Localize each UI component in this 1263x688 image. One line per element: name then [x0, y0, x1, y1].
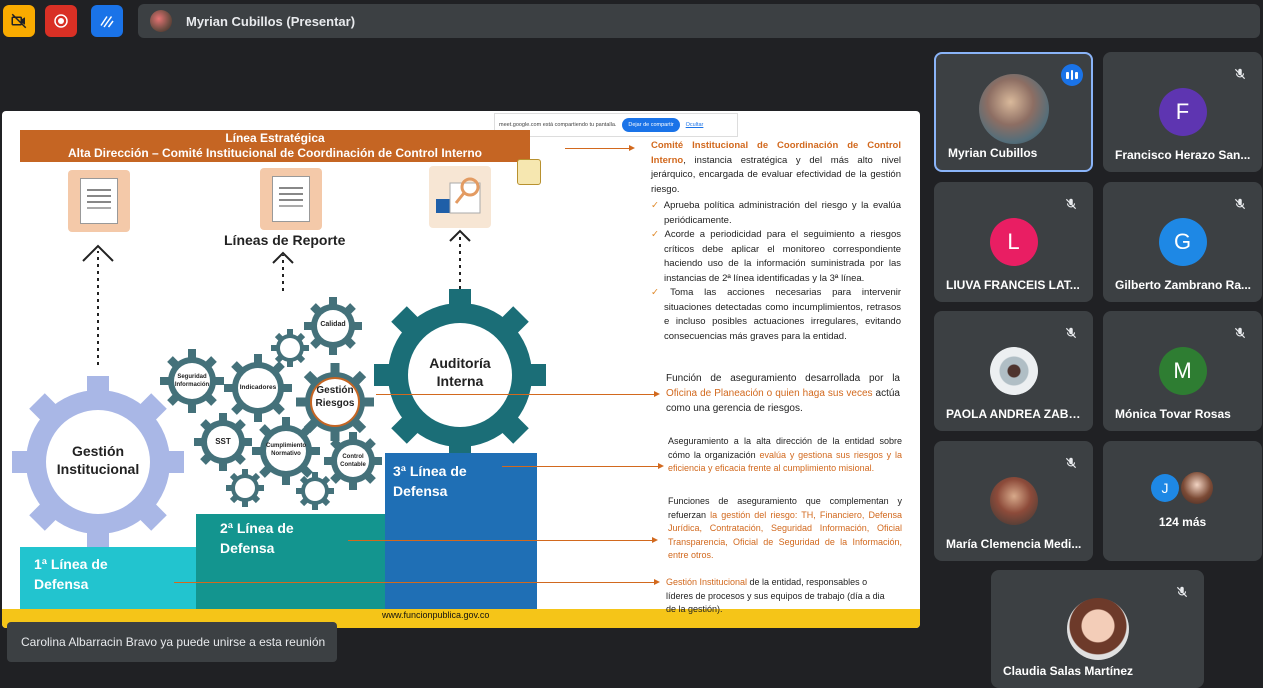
gear-label-cumplimiento-normativo: Cumplimiento Normativo [266, 443, 306, 457]
arrow-third-line [502, 463, 664, 469]
whiteboard-button[interactable] [91, 5, 123, 37]
mic-off-icon [1230, 194, 1250, 214]
gear-label-calidad: Calidad [320, 321, 346, 328]
participant-tile[interactable]: Myrian Cubillos [934, 52, 1093, 172]
participant-name: PAOLA ANDREA ZABA... [946, 407, 1086, 421]
footer-url: www.funcionpublica.gov.co [382, 610, 490, 620]
arrow-first-line [174, 579, 660, 585]
participant-name: Claudia Salas Martínez [1003, 664, 1134, 678]
video-off-icon [11, 13, 27, 29]
camera-off-button[interactable] [3, 5, 35, 37]
avatar [1181, 472, 1213, 504]
mic-off-icon [1172, 582, 1192, 602]
participant-name: Myrian Cubillos [948, 146, 1038, 160]
gear-label-indicadores: Indicadores [239, 384, 277, 391]
avatar [978, 74, 1049, 144]
record-icon [54, 14, 68, 28]
second-line-text: Funciones de aseguramiento que complemen… [668, 496, 902, 560]
mic-off-icon [1230, 64, 1250, 84]
speaking-indicator-icon [1061, 64, 1083, 86]
avatar [989, 477, 1038, 525]
participant-tile[interactable]: F Francisco Herazo San... [1103, 52, 1262, 172]
presenter-label: Myrian Cubillos (Presentar) [186, 13, 356, 29]
participant-tile[interactable]: PAOLA ANDREA ZABA... [934, 311, 1093, 431]
more-participants-label: 124 más [1158, 515, 1207, 529]
bullet-1: ✓ Aprueba política administración del rie… [651, 200, 901, 226]
participant-tile[interactable]: María Clemencia Medi... [934, 441, 1093, 561]
avatar: F [1158, 88, 1207, 136]
third-line-text: Aseguramiento a la alta dirección de la … [668, 436, 902, 473]
gear-label-seguridad-informacion: Seguridad Información [174, 374, 210, 388]
avatar [1066, 598, 1129, 660]
shared-screen: meet.google.com está compartiendo tu pan… [2, 111, 920, 628]
participant-name: Gilberto Zambrano Ra... [1115, 278, 1252, 292]
participant-tile[interactable]: G Gilberto Zambrano Ra... [1103, 182, 1262, 302]
mic-off-icon [1230, 323, 1250, 343]
gear-label-gestion-riesgos: Gestión Riesgos [315, 385, 355, 409]
risk-management-text: Función de aseguramiento desarrollada po… [666, 373, 900, 414]
participant-name: Mónica Tovar Rosas [1115, 407, 1231, 421]
gear-label-control-contable: Control Contable [340, 454, 366, 468]
first-line-label: 1ª Línea de Defensa [34, 556, 108, 592]
participant-name: Francisco Herazo San... [1115, 148, 1251, 162]
join-notification-text: Carolina Albarracin Bravo ya puede unirs… [21, 635, 326, 649]
top-bar: Myrian Cubillos (Presentar) [0, 0, 1263, 44]
arrow-second-line [348, 537, 658, 543]
gear-label-sst: SST [215, 437, 231, 446]
presenter-avatar [150, 10, 172, 32]
bullet-3: ✓ Toma las acciones necesarias para inter… [651, 287, 901, 342]
presenter-bar[interactable]: Myrian Cubillos (Presentar) [138, 4, 1260, 38]
first-line-text: Gestión Institucional de la entidad, res… [666, 577, 885, 614]
committee-text: Comité Institucional de Coordinación de … [651, 139, 901, 197]
whiteboard-icon [100, 16, 114, 28]
check-icon: ✓ [651, 200, 661, 211]
recording-button[interactable] [45, 5, 77, 37]
participant-name: LIUVA FRANCEIS LAT... [946, 278, 1080, 292]
third-line-label: 3ª Línea de Defensa [393, 463, 467, 499]
committee-bullets: ✓ Aprueba política administración del rie… [651, 199, 901, 344]
participant-tile[interactable]: L LIUVA FRANCEIS LAT... [934, 182, 1093, 302]
mic-off-icon [1061, 323, 1081, 343]
avatar: J [1151, 474, 1179, 502]
participant-name: María Clemencia Medi... [946, 537, 1082, 551]
bullet-2: ✓ Acorde a periodicidad para el seguimien… [651, 229, 901, 284]
check-icon: ✓ [651, 287, 668, 298]
avatar: G [1158, 218, 1207, 266]
more-participants-tile[interactable]: J 124 más [1103, 441, 1262, 561]
arrow-risk [376, 391, 660, 397]
gear-label-auditoria-interna: Auditoría Interna [429, 355, 491, 389]
committee-desc: , instancia estratégica y del más alto n… [651, 154, 901, 195]
avatar [989, 347, 1038, 395]
participant-tile[interactable]: Claudia Salas Martínez [991, 570, 1204, 688]
participant-tile[interactable]: M Mónica Tovar Rosas [1103, 311, 1262, 431]
check-icon: ✓ [651, 229, 662, 240]
avatar: L [989, 218, 1038, 266]
second-line-label: 2ª Línea de Defensa [220, 520, 294, 556]
avatar: M [1158, 347, 1207, 395]
arrow-committee [565, 145, 635, 151]
mic-off-icon [1061, 194, 1081, 214]
mic-off-icon [1061, 453, 1081, 473]
join-notification[interactable]: Carolina Albarracin Bravo ya puede unirs… [7, 622, 337, 662]
gear-label-gestion-institucional: Gestión Institucional [56, 443, 140, 477]
